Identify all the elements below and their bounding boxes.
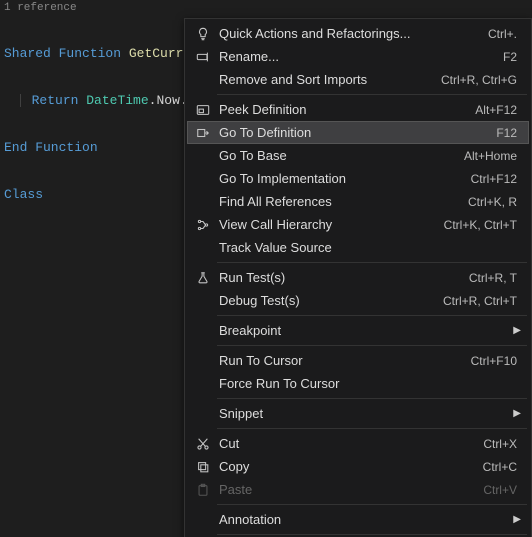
menu-item-run-to-cursor[interactable]: Run To CursorCtrl+F10 [187, 349, 529, 372]
menu-item-shortcut: Ctrl+. [488, 27, 523, 41]
menu-item-label: Remove and Sort Imports [213, 72, 441, 87]
goto-icon [193, 126, 213, 140]
menu-item-shortcut: Alt+F12 [475, 103, 523, 117]
menu-item-label: Track Value Source [213, 240, 523, 255]
menu-item-label: Go To Definition [213, 125, 496, 140]
bulb-icon [193, 27, 213, 41]
menu-item-label: Quick Actions and Refactorings... [213, 26, 488, 41]
menu-item-shortcut: Alt+Home [464, 149, 523, 163]
menu-item-cut[interactable]: CutCtrl+X [187, 432, 529, 455]
menu-item-find-all-references[interactable]: Find All ReferencesCtrl+K, R [187, 190, 529, 213]
menu-item-shortcut: Ctrl+K, Ctrl+T [444, 218, 523, 232]
menu-item-paste: PasteCtrl+V [187, 478, 529, 501]
submenu-arrow-icon: ▶ [513, 408, 523, 419]
submenu-arrow-icon: ▶ [513, 325, 523, 336]
menu-item-track-value-source[interactable]: Track Value Source [187, 236, 529, 259]
menu-item-label: Copy [213, 459, 483, 474]
flask-icon [193, 271, 213, 285]
menu-item-label: Peek Definition [213, 102, 475, 117]
submenu-arrow-icon: ▶ [513, 514, 523, 525]
menu-item-shortcut: Ctrl+R, Ctrl+T [443, 294, 523, 308]
menu-item-label: Find All References [213, 194, 468, 209]
code-token: End Function [4, 140, 98, 155]
code-token: Now [156, 93, 179, 108]
menu-item-label: Go To Base [213, 148, 464, 163]
hier-icon [193, 218, 213, 232]
menu-separator [217, 262, 527, 263]
menu-separator [217, 504, 527, 505]
menu-item-quick-actions-and-refactorings[interactable]: Quick Actions and Refactorings...Ctrl+. [187, 22, 529, 45]
menu-item-peek-definition[interactable]: Peek DefinitionAlt+F12 [187, 98, 529, 121]
menu-item-label: Go To Implementation [213, 171, 471, 186]
menu-item-shortcut: Ctrl+R, Ctrl+G [441, 73, 523, 87]
menu-item-snippet[interactable]: Snippet▶ [187, 402, 529, 425]
menu-item-shortcut: Ctrl+C [483, 460, 523, 474]
menu-item-go-to-implementation[interactable]: Go To ImplementationCtrl+F12 [187, 167, 529, 190]
menu-item-label: Snippet [213, 406, 513, 421]
code-token: DateTime [86, 93, 148, 108]
menu-item-label: Breakpoint [213, 323, 513, 338]
menu-item-force-run-to-cursor[interactable]: Force Run To Cursor [187, 372, 529, 395]
menu-item-run-test-s[interactable]: Run Test(s)Ctrl+R, T [187, 266, 529, 289]
menu-item-shortcut: Ctrl+V [483, 483, 523, 497]
code-token: Class [4, 187, 43, 202]
peek-icon [193, 103, 213, 117]
menu-item-shortcut: F2 [503, 50, 523, 64]
menu-item-label: Cut [213, 436, 483, 451]
code-token: Return [32, 93, 79, 108]
menu-item-copy[interactable]: CopyCtrl+C [187, 455, 529, 478]
context-menu: Quick Actions and Refactorings...Ctrl+.R… [184, 18, 532, 537]
menu-item-label: Run To Cursor [213, 353, 471, 368]
menu-separator [217, 398, 527, 399]
cut-icon [193, 437, 213, 451]
paste-icon [193, 483, 213, 497]
menu-item-shortcut: F12 [496, 126, 523, 140]
menu-item-label: Annotation [213, 512, 513, 527]
codelens-references[interactable]: 1 reference [4, 2, 528, 14]
menu-item-go-to-definition[interactable]: Go To DefinitionF12 [187, 121, 529, 144]
menu-item-shortcut: Ctrl+X [483, 437, 523, 451]
menu-item-breakpoint[interactable]: Breakpoint▶ [187, 319, 529, 342]
indent-guide [20, 94, 21, 107]
copy-icon [193, 460, 213, 474]
menu-item-label: Paste [213, 482, 483, 497]
menu-item-debug-test-s[interactable]: Debug Test(s)Ctrl+R, Ctrl+T [187, 289, 529, 312]
menu-item-rename[interactable]: Rename...F2 [187, 45, 529, 68]
menu-item-shortcut: Ctrl+R, T [469, 271, 523, 285]
menu-item-label: Force Run To Cursor [213, 376, 523, 391]
menu-item-annotation[interactable]: Annotation▶ [187, 508, 529, 531]
code-token: GetCurre [129, 46, 191, 61]
menu-item-label: View Call Hierarchy [213, 217, 444, 232]
rename-icon [193, 50, 213, 64]
menu-separator [217, 94, 527, 95]
menu-item-shortcut: Ctrl+F10 [471, 354, 523, 368]
menu-item-go-to-base[interactable]: Go To BaseAlt+Home [187, 144, 529, 167]
menu-item-view-call-hierarchy[interactable]: View Call HierarchyCtrl+K, Ctrl+T [187, 213, 529, 236]
menu-separator [217, 315, 527, 316]
menu-item-label: Rename... [213, 49, 503, 64]
menu-item-remove-and-sort-imports[interactable]: Remove and Sort ImportsCtrl+R, Ctrl+G [187, 68, 529, 91]
menu-item-shortcut: Ctrl+K, R [468, 195, 523, 209]
menu-item-shortcut: Ctrl+F12 [471, 172, 523, 186]
menu-item-label: Debug Test(s) [213, 293, 443, 308]
code-token: Shared Function [4, 46, 121, 61]
menu-separator [217, 345, 527, 346]
menu-item-label: Run Test(s) [213, 270, 469, 285]
menu-separator [217, 428, 527, 429]
